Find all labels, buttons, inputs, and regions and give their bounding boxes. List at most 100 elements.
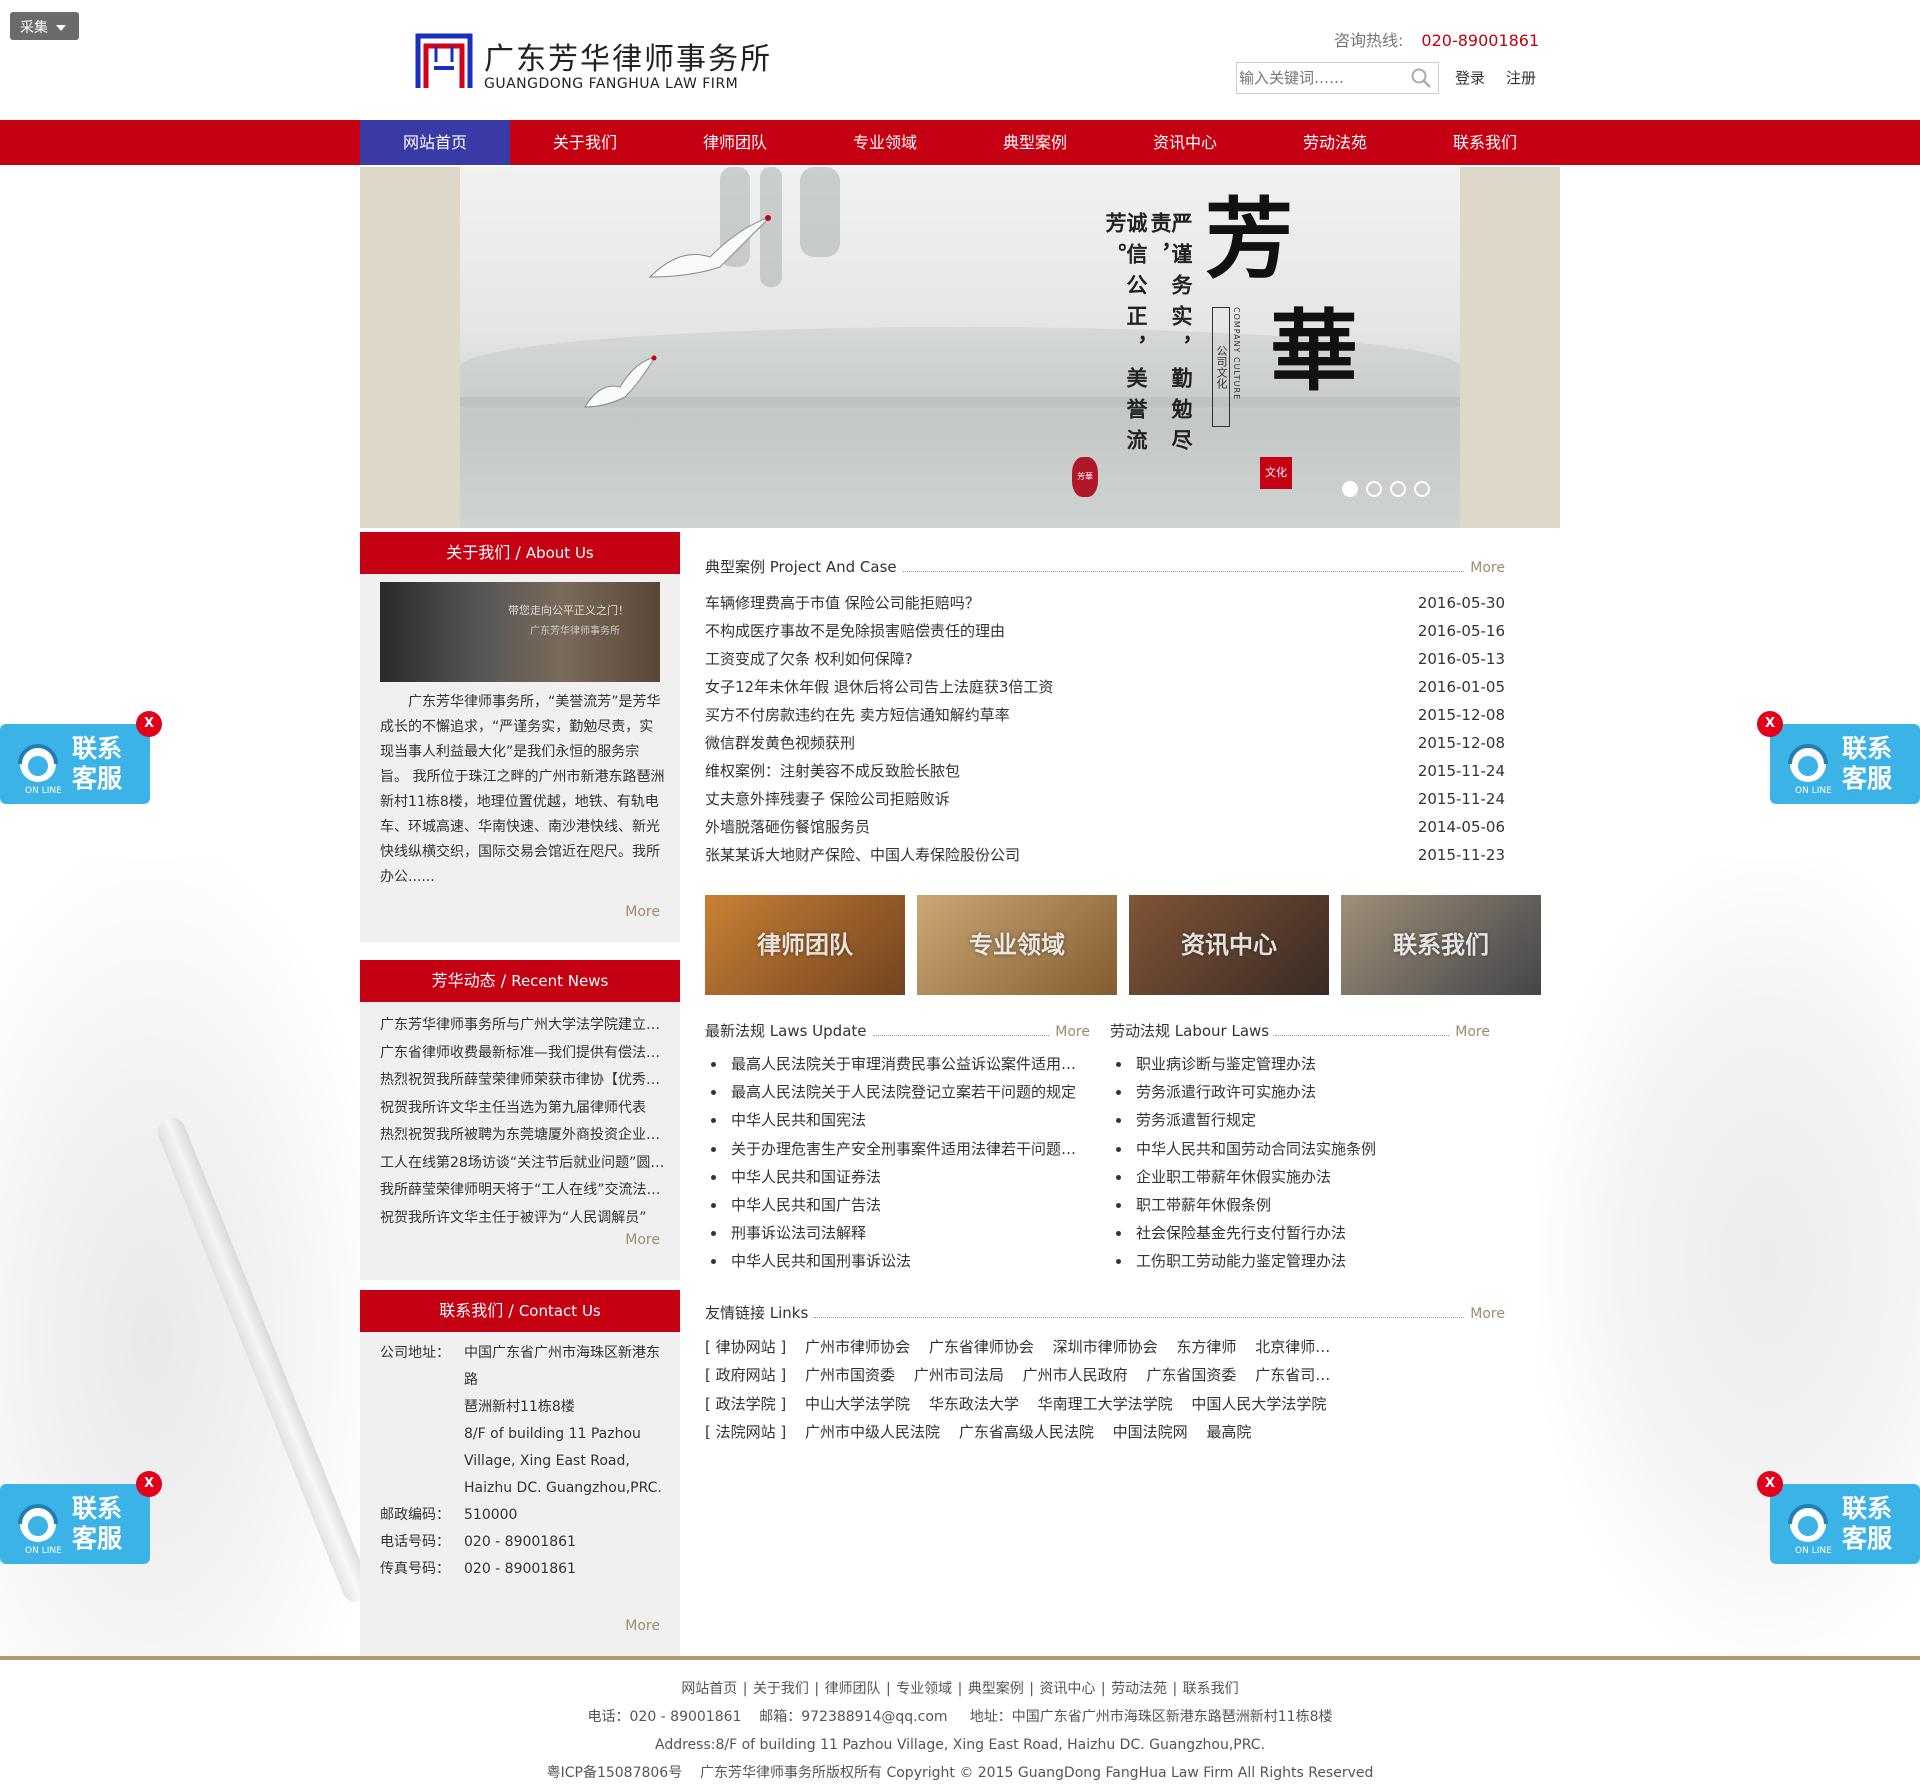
case-title[interactable]: 维权案例：注射美容不成反致脸长脓包 [705, 757, 960, 785]
labour-law-item[interactable]: 中华人民共和国劳动合同法实施条例 [1110, 1135, 1490, 1163]
link-item[interactable]: 广州市司法局 [914, 1366, 1004, 1384]
law-item[interactable]: 最高人民法院关于审理消费民事公益诉讼案件适用法律若干问题的解释 [705, 1050, 1090, 1078]
news-item[interactable]: 广东省律师收费最新标准—我们提供有偿法律服务 [380, 1040, 665, 1068]
law-item[interactable]: 关于办理危害生产安全刑事案件适用法律若干问题的解释 [705, 1135, 1090, 1163]
case-item[interactable]: 维权案例：注射美容不成反致脸长脓包 2015-11-24 [705, 757, 1505, 785]
case-item[interactable]: 丈夫意外摔残妻子 保险公司拒赔败诉 2015-11-24 [705, 785, 1505, 813]
law-item[interactable]: 中华人民共和国证券法 [705, 1163, 1090, 1191]
case-item[interactable]: 不构成医疗事故不是免除损害赔偿责任的理由 2016-05-16 [705, 617, 1505, 645]
footer-nav-item[interactable]: 关于我们 [753, 1681, 809, 1697]
tile-team[interactable]: 律师团队 [705, 895, 905, 995]
news-item[interactable]: 热烈祝贺我所被聘为东莞塘厦外商投资企业协会法律顾问 [380, 1122, 665, 1150]
case-item[interactable]: 买方不付房款违约在先 卖方短信通知解约草率 2015-12-08 [705, 701, 1505, 729]
link-item[interactable]: 广东省国资委 [1146, 1366, 1236, 1384]
nav-item-team[interactable]: 律师团队 [660, 120, 810, 165]
footer-nav-item[interactable]: 网站首页 [681, 1681, 737, 1697]
news-item[interactable]: 广东芳华律师事务所与广州大学法学院建立合作 [380, 1012, 665, 1040]
case-title[interactable]: 工资变成了欠条 权利如何保障? [705, 645, 913, 673]
nav-item-about[interactable]: 关于我们 [510, 120, 660, 165]
law-item[interactable]: 最高人民法院关于人民法院登记立案若干问题的规定 [705, 1078, 1090, 1106]
case-item[interactable]: 外墙脱落砸伤餐馆服务员 2014-05-06 [705, 813, 1505, 841]
laws-update-more-link[interactable]: More [1055, 1024, 1090, 1040]
law-item[interactable]: 中华人民共和国宪法 [705, 1106, 1090, 1134]
slide-dot[interactable] [1342, 481, 1358, 497]
close-icon[interactable]: X [1757, 711, 1783, 737]
labour-laws-more-link[interactable]: More [1455, 1024, 1490, 1040]
close-icon[interactable]: X [136, 1471, 162, 1497]
labour-law-item[interactable]: 职业病诊断与鉴定管理办法 [1110, 1050, 1490, 1078]
site-logo[interactable]: 广东芳华律师事务所 GUANGDONG FANGHUA LAW FIRM [414, 32, 770, 92]
slide-dot[interactable] [1414, 481, 1430, 497]
register-link[interactable]: 注册 [1506, 67, 1536, 88]
online-service-widget-right-top[interactable]: 联系 客服 ON LINE [1770, 724, 1920, 804]
case-title[interactable]: 买方不付房款违约在先 卖方短信通知解约草率 [705, 701, 1010, 729]
link-item[interactable]: 广东省高级人民法院 [959, 1423, 1094, 1441]
news-item[interactable]: 我所薛莹荣律师明天将于“工人在线”交流法律问题 [380, 1177, 665, 1205]
tile-news[interactable]: 资讯中心 [1129, 895, 1329, 995]
link-item[interactable]: 广东省司法厅 [1255, 1366, 1345, 1384]
law-item[interactable]: 中华人民共和国刑事诉讼法 [705, 1247, 1090, 1275]
link-item[interactable]: 华东政法大学 [929, 1395, 1019, 1413]
cases-more-link[interactable]: More [1470, 560, 1505, 576]
case-item[interactable]: 车辆修理费高于市值 保险公司能拒赔吗？ 2016-05-30 [705, 589, 1505, 617]
law-item[interactable]: 中华人民共和国广告法 [705, 1191, 1090, 1219]
footer-nav-item[interactable]: 律师团队 [825, 1681, 881, 1697]
nav-item-contact[interactable]: 联系我们 [1410, 120, 1560, 165]
case-title[interactable]: 张某某诉大地财产保险、中国人寿保险股份公司 [705, 841, 1020, 869]
online-service-widget-left-top[interactable]: 联系 客服 ON LINE [0, 724, 150, 804]
link-item[interactable]: 广州市国资委 [805, 1366, 895, 1384]
footer-nav-item[interactable]: 劳动法苑 [1111, 1681, 1167, 1697]
news-item[interactable]: 热烈祝贺我所薛莹荣律师荣获市律协【优秀律师】 [380, 1067, 665, 1095]
law-item[interactable]: 刑事诉讼法司法解释 [705, 1219, 1090, 1247]
labour-law-item[interactable]: 企业职工带薪年休假实施办法 [1110, 1163, 1490, 1191]
nav-item-cases[interactable]: 典型案例 [960, 120, 1110, 165]
labour-law-item[interactable]: 劳务派遣行政许可实施办法 [1110, 1078, 1490, 1106]
case-item[interactable]: 女子12年未休年假 退休后将公司告上法庭获3倍工资 2016-01-05 [705, 673, 1505, 701]
case-title[interactable]: 车辆修理费高于市值 保险公司能拒赔吗？ [705, 589, 980, 617]
case-title[interactable]: 丈夫意外摔残妻子 保险公司拒赔败诉 [705, 785, 950, 813]
link-item[interactable]: 东方律师 [1176, 1338, 1236, 1356]
case-title[interactable]: 外墙脱落砸伤餐馆服务员 [705, 813, 870, 841]
links-more-link[interactable]: More [1470, 1306, 1505, 1322]
nav-item-practice[interactable]: 专业领域 [810, 120, 960, 165]
slide-dot[interactable] [1366, 481, 1382, 497]
nav-item-labour[interactable]: 劳动法苑 [1260, 120, 1410, 165]
about-more-link[interactable]: More [625, 904, 660, 920]
footer-nav-item[interactable]: 专业领域 [896, 1681, 952, 1697]
tile-contact[interactable]: 联系我们 [1341, 895, 1541, 995]
recent-news-more-link[interactable]: More [625, 1232, 660, 1248]
news-item[interactable]: 工人在线第28场访谈“关注节后就业问题”圆满结束 [380, 1150, 665, 1178]
link-item[interactable]: 中山大学法学院 [805, 1395, 910, 1413]
labour-law-item[interactable]: 工伤职工劳动能力鉴定管理办法 [1110, 1247, 1490, 1275]
link-item[interactable]: 北京律师协会 [1255, 1338, 1345, 1356]
labour-law-item[interactable]: 职工带薪年休假条例 [1110, 1191, 1490, 1219]
case-item[interactable]: 工资变成了欠条 权利如何保障? 2016-05-13 [705, 645, 1505, 673]
link-item[interactable]: 中国法院网 [1113, 1423, 1188, 1441]
login-link[interactable]: 登录 [1455, 67, 1485, 88]
case-item[interactable]: 微信群发黄色视频获刑 2015-12-08 [705, 729, 1505, 757]
link-item[interactable]: 广州市中级人民法院 [805, 1423, 940, 1441]
close-icon[interactable]: X [1757, 1471, 1783, 1497]
close-icon[interactable]: X [136, 711, 162, 737]
link-item[interactable]: 中国人民大学法学院 [1191, 1395, 1326, 1413]
case-item[interactable]: 张某某诉大地财产保险、中国人寿保险股份公司 2015-11-23 [705, 841, 1505, 869]
nav-item-home[interactable]: 网站首页 [360, 120, 510, 165]
link-item[interactable]: 广州市人民政府 [1023, 1366, 1128, 1384]
footer-nav-item[interactable]: 典型案例 [968, 1681, 1024, 1697]
online-service-widget-left-bottom[interactable]: 联系 客服 ON LINE [0, 1484, 150, 1564]
online-service-widget-right-bottom[interactable]: 联系 客服 ON LINE [1770, 1484, 1920, 1564]
search-input[interactable] [1237, 63, 1407, 93]
case-title[interactable]: 微信群发黄色视频获刑 [705, 729, 855, 757]
footer-nav-item[interactable]: 联系我们 [1183, 1681, 1239, 1697]
link-item[interactable]: 深圳市律师协会 [1053, 1338, 1158, 1356]
collect-button[interactable]: 采集 [10, 12, 79, 40]
labour-law-item[interactable]: 劳务派遣暂行规定 [1110, 1106, 1490, 1134]
nav-item-news[interactable]: 资讯中心 [1110, 120, 1260, 165]
footer-nav-item[interactable]: 资讯中心 [1039, 1681, 1095, 1697]
slide-dot[interactable] [1390, 481, 1406, 497]
link-item[interactable]: 广东省律师协会 [929, 1338, 1034, 1356]
case-title[interactable]: 女子12年未休年假 退休后将公司告上法庭获3倍工资 [705, 673, 1053, 701]
labour-law-item[interactable]: 社会保险基金先行支付暂行办法 [1110, 1219, 1490, 1247]
tile-practice[interactable]: 专业领域 [917, 895, 1117, 995]
link-item[interactable]: 广州市律师协会 [805, 1338, 910, 1356]
